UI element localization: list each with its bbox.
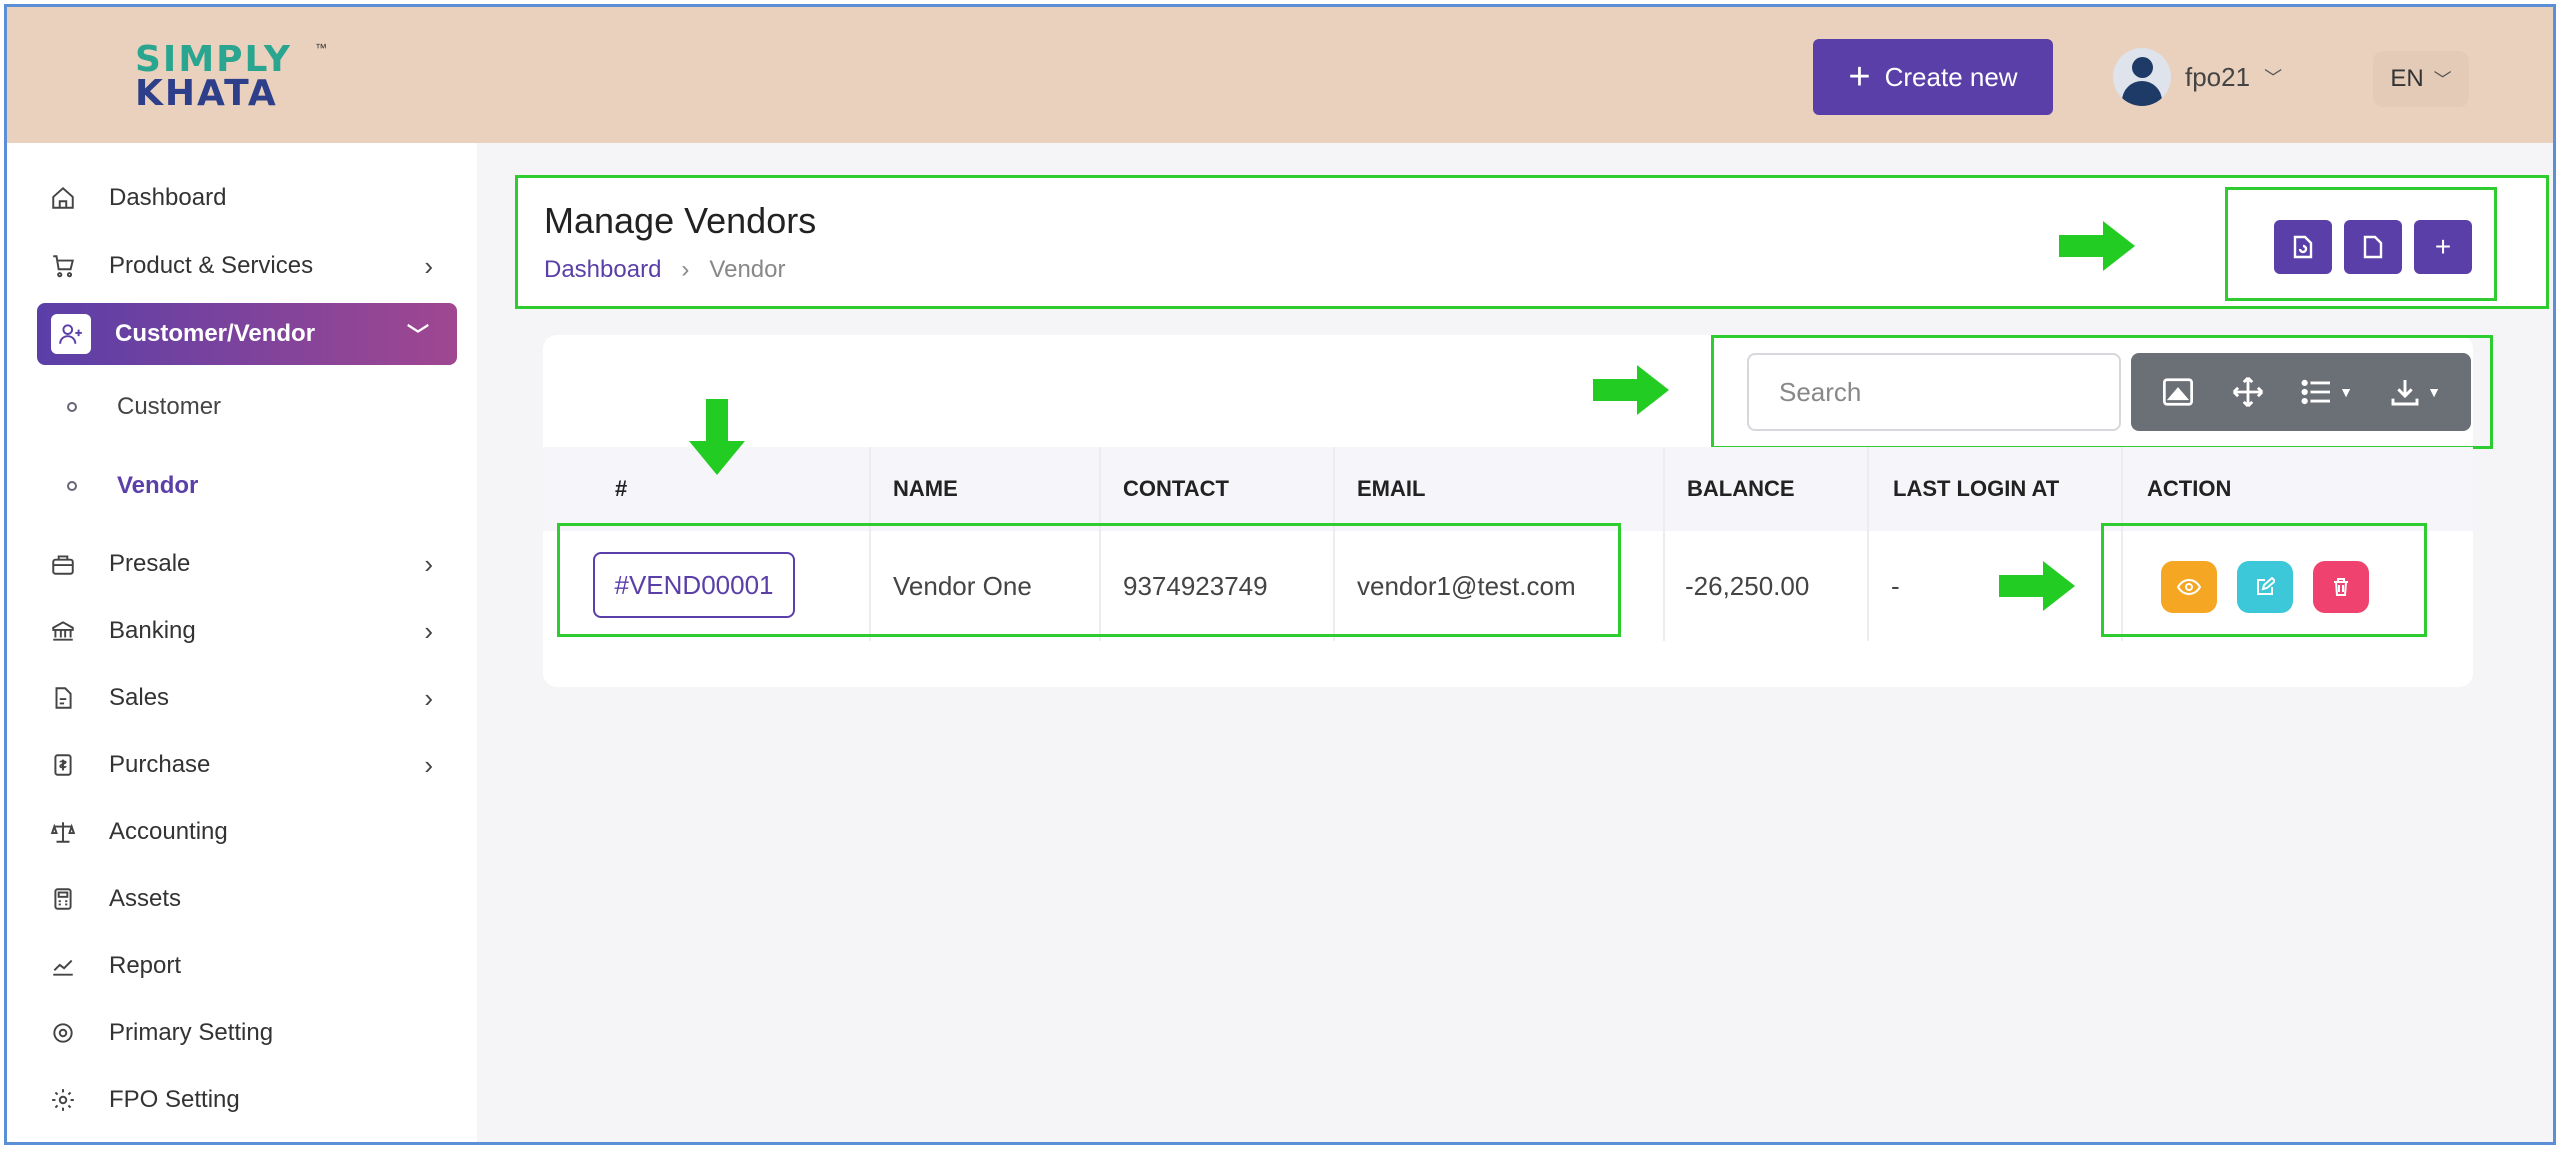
sidebar-item-presale[interactable]: Presale › — [35, 535, 461, 593]
chevron-down-icon: ﹀ — [2433, 70, 2452, 90]
top-bar: SIMPLY KHATA ™ + Create new fpo21 ﹀ EN ﹀ — [7, 7, 2553, 143]
sidebar-item-purchase[interactable]: Purchase › — [35, 736, 461, 794]
header-actions-highlight: + — [2225, 187, 2497, 301]
column-header[interactable]: LAST LOGIN AT — [1893, 447, 2059, 531]
settings-icon — [43, 1013, 83, 1053]
calculator-icon — [43, 879, 83, 919]
app-window: SIMPLY KHATA ™ + Create new fpo21 ﹀ EN ﹀… — [4, 4, 2556, 1145]
sidebar-item-label: Purchase — [109, 751, 211, 778]
vendor-last-login: - — [1891, 570, 1900, 601]
plus-icon: + — [1848, 56, 1871, 98]
user-name: fpo21 — [2185, 61, 2251, 92]
sidebar-subitem-customer[interactable]: Customer — [67, 382, 221, 432]
chevron-right-icon: › — [424, 749, 433, 780]
vendor-balance: -26,250.00 — [1685, 570, 1810, 601]
export-button[interactable] — [2344, 220, 2402, 274]
sidebar-item-product-services[interactable]: Product & Services › — [35, 237, 461, 295]
columns-button[interactable]: ▼ — [2301, 379, 2353, 405]
column-header[interactable]: CONTACT — [1123, 447, 1229, 531]
sidebar-item-label: Vendor — [117, 472, 199, 499]
sidebar-item-primary-setting[interactable]: Primary Setting — [35, 1004, 461, 1062]
search-input[interactable]: Search — [1747, 353, 2121, 431]
sidebar-subitem-vendor[interactable]: Vendor — [67, 461, 198, 511]
column-divider — [1663, 447, 1665, 641]
sidebar: Dashboard Product & Services › Customer/… — [7, 143, 477, 1142]
sidebar-item-label: Assets — [109, 885, 182, 912]
create-new-label: Create new — [1884, 61, 2018, 92]
bullet-icon — [67, 481, 77, 491]
column-divider — [1867, 447, 1869, 641]
view-button[interactable] — [2161, 561, 2217, 613]
image-toggle-button[interactable] — [2161, 377, 2195, 407]
sidebar-item-label: Customer/Vendor — [115, 320, 316, 347]
column-header[interactable]: BALANCE — [1687, 447, 1795, 531]
move-icon[interactable] — [2231, 375, 2265, 409]
chevron-down-icon: ﹀ — [406, 323, 429, 348]
sidebar-item-assets[interactable]: Assets — [35, 870, 461, 928]
sidebar-item-label: Sales — [109, 684, 170, 711]
language-label: EN — [2390, 65, 2424, 92]
sidebar-item-label: Presale — [109, 550, 191, 577]
add-vendor-button[interactable]: + — [2414, 220, 2472, 274]
import-button[interactable] — [2274, 220, 2332, 274]
sidebar-item-customer-vendor[interactable]: Customer/Vendor ﹀ — [37, 303, 457, 365]
caret-down-icon: ▼ — [2339, 384, 2354, 400]
download-button[interactable]: ▼ — [2389, 376, 2441, 408]
avatar — [2113, 48, 2171, 106]
presale-icon — [43, 544, 83, 584]
edit-button[interactable] — [2237, 561, 2293, 613]
chevron-down-icon: ﹀ — [2264, 68, 2283, 88]
chevron-right-icon: › — [424, 615, 433, 646]
logo[interactable]: SIMPLY KHATA ™ — [129, 41, 329, 121]
home-icon — [43, 178, 83, 218]
sidebar-item-label: Primary Setting — [109, 1019, 274, 1046]
table-toolbar: ▼ ▼ — [2131, 353, 2471, 431]
bullet-icon — [67, 402, 77, 412]
sidebar-item-accounting[interactable]: Accounting — [35, 803, 461, 861]
column-header[interactable]: # — [615, 447, 627, 531]
sidebar-item-label: Product & Services — [109, 252, 314, 279]
sidebar-item-banking[interactable]: Banking › — [35, 602, 461, 660]
sidebar-item-fpo-setting[interactable]: FPO Setting — [35, 1071, 461, 1129]
receipt-icon — [43, 745, 83, 785]
breadcrumb: Dashboard › Vendor — [544, 256, 786, 284]
chevron-right-icon: › — [424, 682, 433, 713]
trademark: ™ — [315, 41, 327, 55]
sidebar-item-report[interactable]: Report — [35, 937, 461, 995]
sidebar-item-label: Report — [109, 952, 182, 979]
sidebar-item-label: FPO Setting — [109, 1086, 240, 1113]
sidebar-item-label: Accounting — [109, 818, 228, 845]
sidebar-item-label: Customer — [117, 393, 222, 420]
caret-down-icon: ▼ — [2427, 384, 2441, 400]
sidebar-item-label: Dashboard — [109, 184, 227, 211]
bank-icon — [43, 611, 83, 651]
plus-icon: + — [2434, 231, 2452, 262]
chart-icon — [43, 946, 83, 986]
breadcrumb-dashboard[interactable]: Dashboard — [544, 256, 661, 284]
column-header[interactable]: ACTION — [2147, 447, 2231, 531]
page-title: Manage Vendors — [544, 200, 817, 241]
chevron-right-icon: › — [424, 548, 433, 579]
table-header: # NAME CONTACT EMAIL BALANCE LAST LOGIN … — [543, 447, 2473, 531]
annotation-arrow — [689, 399, 745, 477]
chevron-right-icon: › — [424, 250, 433, 281]
user-menu[interactable]: fpo21 ﹀ — [2113, 45, 2282, 109]
sidebar-item-sales[interactable]: Sales › — [35, 669, 461, 727]
sidebar-item-label: Banking — [109, 617, 196, 644]
gear-icon — [43, 1080, 83, 1120]
logo-line-2: KHATA — [135, 73, 278, 114]
language-selector[interactable]: EN ﹀ — [2373, 51, 2469, 107]
row-details-highlight — [557, 523, 1621, 637]
document-icon — [43, 678, 83, 718]
user-plus-icon — [51, 314, 91, 354]
breadcrumb-vendor: Vendor — [709, 256, 786, 283]
cart-icon — [43, 246, 83, 286]
column-header[interactable]: EMAIL — [1357, 447, 1425, 531]
chevron-right-icon: › — [681, 256, 690, 283]
column-header[interactable]: NAME — [893, 447, 958, 531]
create-new-button[interactable]: + Create new — [1813, 39, 2053, 115]
scale-icon — [43, 812, 83, 852]
sidebar-item-dashboard[interactable]: Dashboard — [35, 169, 461, 227]
delete-button[interactable] — [2313, 561, 2369, 613]
